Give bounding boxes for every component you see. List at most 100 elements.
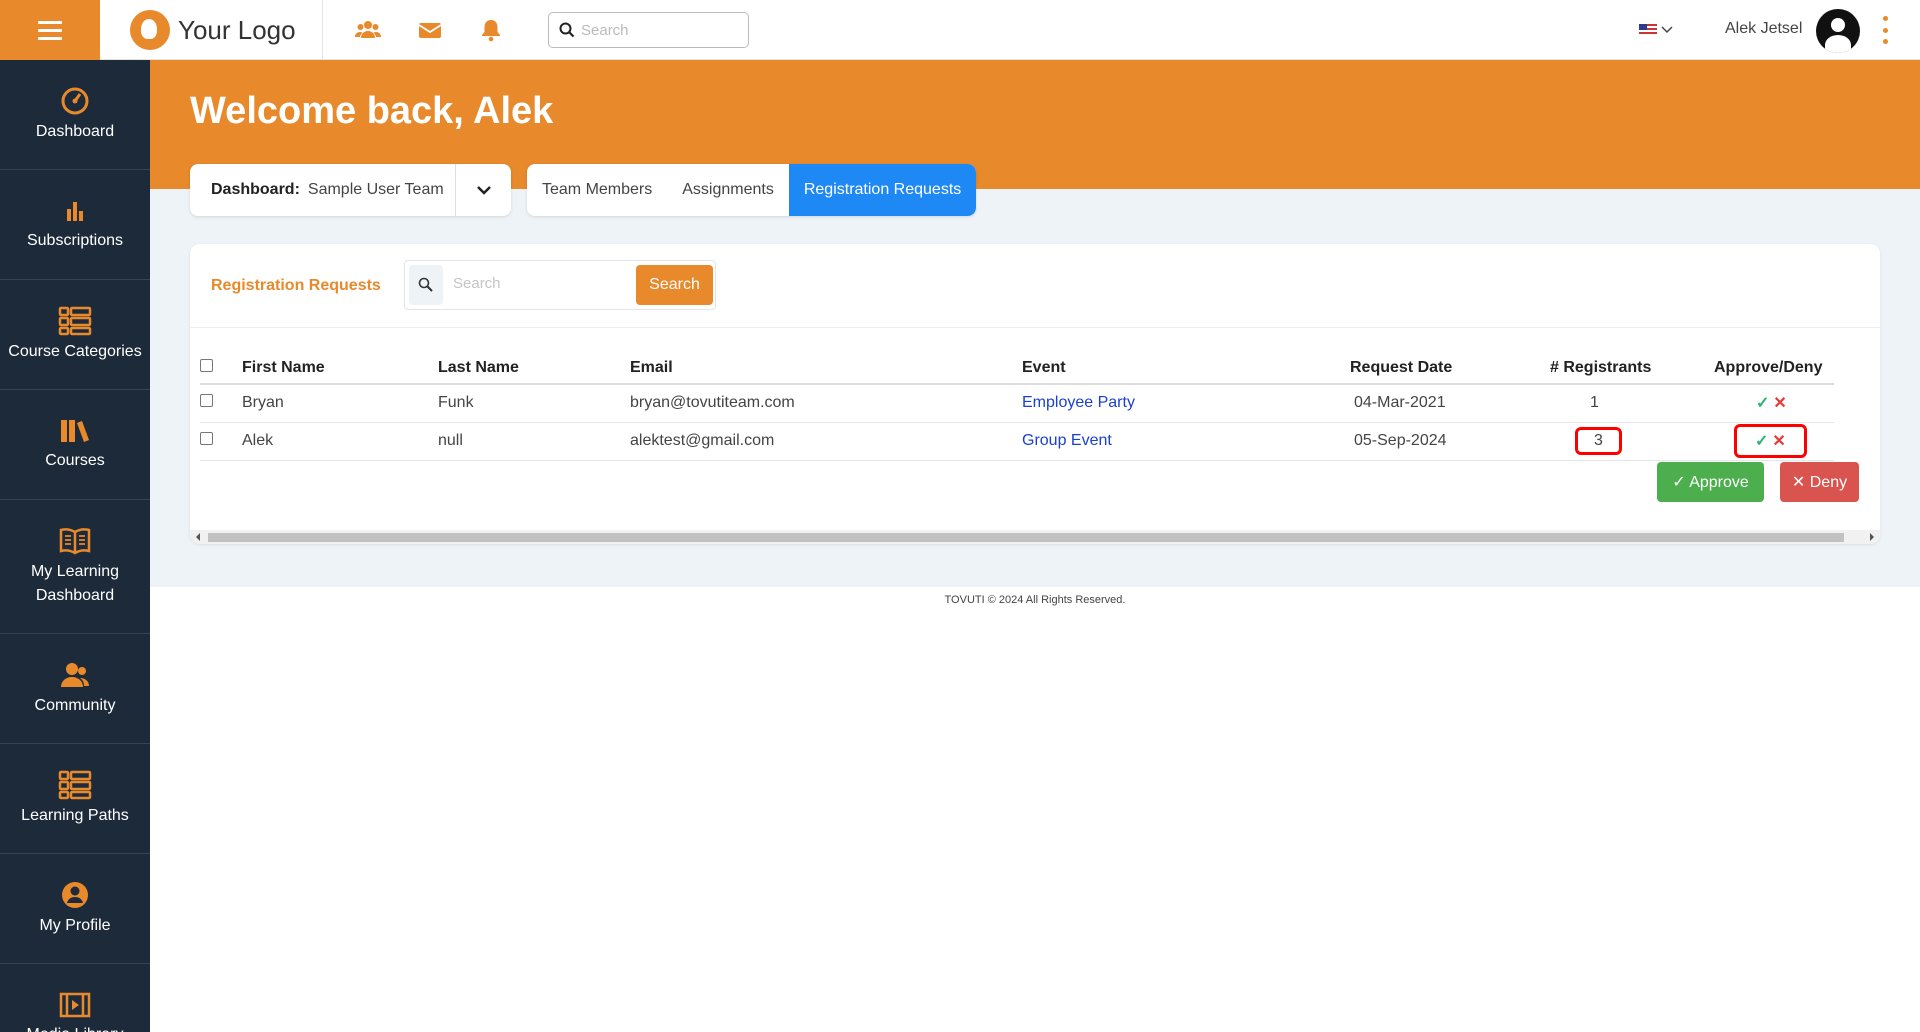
column-header[interactable]: Request Date bbox=[1350, 340, 1550, 385]
mail-icon[interactable] bbox=[417, 17, 443, 43]
sidebar-item-course-categories[interactable]: Course Categories bbox=[0, 280, 150, 390]
row-checkbox[interactable] bbox=[200, 432, 213, 445]
divider bbox=[322, 0, 323, 60]
team-icon[interactable] bbox=[355, 17, 381, 43]
avatar-icon[interactable] bbox=[1816, 9, 1860, 53]
deny-button[interactable]: ✕ Deny bbox=[1780, 462, 1859, 502]
highlight-registrants: 3 bbox=[1575, 427, 1622, 455]
table-header-row: First Name Last Name Email Event Request… bbox=[200, 340, 1834, 385]
column-header[interactable]: First Name bbox=[242, 340, 438, 385]
sidebar-item-label: My Profile bbox=[39, 916, 111, 934]
logo-text: Your Logo bbox=[178, 14, 296, 45]
approve-button[interactable]: ✓ Approve bbox=[1657, 462, 1764, 502]
search-icon bbox=[559, 22, 575, 38]
panel-header: Registration Requests Search bbox=[190, 244, 1880, 328]
cell-first-name: Bryan bbox=[242, 384, 438, 423]
bar-chart-icon bbox=[67, 201, 83, 221]
approve-icon[interactable]: ✓ bbox=[1756, 395, 1769, 412]
sidebar: Dashboard Subscriptions Course Categorie… bbox=[0, 60, 150, 1032]
cell-first-name: Alek bbox=[242, 422, 438, 461]
sidebar-item-label: Courses bbox=[45, 451, 105, 469]
table-row: Alek null alektest@gmail.com Group Event… bbox=[200, 422, 1834, 461]
page-title: Welcome back, Alek bbox=[190, 90, 554, 132]
deny-icon[interactable]: ✕ bbox=[1772, 433, 1785, 450]
cell-request-date: 04-Mar-2021 bbox=[1350, 384, 1550, 423]
deny-icon[interactable]: ✕ bbox=[1773, 395, 1786, 412]
tab-registration-requests[interactable]: Registration Requests bbox=[788, 164, 977, 216]
dashboard-dropdown-toggle[interactable] bbox=[455, 164, 511, 216]
cell-request-date: 05-Sep-2024 bbox=[1350, 422, 1550, 461]
column-header[interactable]: # Registrants bbox=[1550, 340, 1714, 385]
scroll-left-icon[interactable] bbox=[196, 533, 200, 541]
sidebar-item-subscriptions[interactable]: Subscriptions bbox=[0, 170, 150, 280]
user-name[interactable]: Alek Jetsel bbox=[1725, 20, 1802, 38]
scroll-right-icon[interactable] bbox=[1870, 533, 1874, 541]
sidebar-item-my-profile[interactable]: My Profile bbox=[0, 854, 150, 964]
open-book-icon bbox=[59, 527, 91, 554]
cell-registrants: 3 bbox=[1594, 432, 1603, 449]
cell-last-name: Funk bbox=[438, 384, 630, 423]
column-header[interactable]: Event bbox=[1022, 340, 1350, 385]
list-icon bbox=[58, 770, 92, 799]
sidebar-item-label: Subscriptions bbox=[26, 231, 124, 249]
sidebar-item-courses[interactable]: Courses bbox=[0, 390, 150, 500]
dashboard-selector-label: Dashboard: bbox=[211, 181, 300, 198]
approve-icon[interactable]: ✓ bbox=[1755, 433, 1768, 450]
sidebar-item-learning-paths[interactable]: Learning Paths bbox=[0, 744, 150, 854]
event-link[interactable]: Group Event bbox=[1022, 432, 1112, 449]
sidebar-item-label: Learning Paths bbox=[21, 806, 129, 824]
tab-team-members[interactable]: Team Members bbox=[527, 164, 667, 216]
highlight-approve-deny: ✓ ✕ bbox=[1734, 424, 1807, 458]
cell-last-name: null bbox=[438, 422, 630, 461]
film-icon bbox=[59, 992, 91, 1017]
row-checkbox[interactable] bbox=[200, 394, 213, 408]
scrollbar-thumb[interactable] bbox=[208, 533, 1844, 542]
global-search[interactable] bbox=[548, 12, 749, 48]
sidebar-item-label: Course Categories bbox=[8, 342, 142, 360]
sidebar-item-label: Media Library bbox=[27, 1023, 124, 1032]
kebab-icon[interactable] bbox=[1883, 16, 1889, 44]
tab-bar: Team Members Assignments Registration Re… bbox=[527, 164, 977, 216]
cell-email: alektest@gmail.com bbox=[630, 422, 1022, 461]
global-search-input[interactable] bbox=[581, 21, 741, 39]
menu-button[interactable] bbox=[0, 0, 100, 60]
tab-assignments[interactable]: Assignments bbox=[667, 164, 789, 216]
sidebar-item-label: My Learning Dashboard bbox=[30, 562, 120, 604]
requests-search-input[interactable] bbox=[453, 275, 623, 292]
requests-search: Search bbox=[404, 260, 716, 310]
sidebar-item-my-learning-dashboard[interactable]: My Learning Dashboard bbox=[0, 500, 150, 634]
sidebar-item-media-library[interactable]: Media Library bbox=[0, 964, 150, 1032]
sidebar-item-label: Dashboard bbox=[35, 122, 115, 140]
panel-title: Registration Requests bbox=[211, 277, 381, 294]
requests-table: First Name Last Name Email Event Request… bbox=[200, 340, 1834, 461]
registration-requests-panel: Registration Requests Search First Name … bbox=[190, 244, 1880, 544]
gauge-icon bbox=[61, 87, 89, 114]
column-header[interactable]: Approve/Deny bbox=[1714, 340, 1834, 385]
logo-icon bbox=[130, 10, 170, 50]
select-all-checkbox[interactable] bbox=[200, 359, 213, 372]
sidebar-item-label: Community bbox=[34, 696, 116, 714]
column-header[interactable]: Last Name bbox=[438, 340, 630, 385]
search-icon bbox=[409, 265, 443, 305]
chevron-down-icon bbox=[476, 186, 491, 195]
top-bar: Your Logo Alek Jetsel bbox=[0, 0, 1920, 60]
search-button[interactable]: Search bbox=[636, 265, 713, 305]
dashboard-selector-value: Sample User Team bbox=[307, 181, 444, 198]
books-icon bbox=[61, 419, 89, 442]
menu-icon bbox=[38, 18, 62, 42]
list-icon bbox=[58, 306, 92, 335]
horizontal-scrollbar[interactable] bbox=[190, 530, 1880, 544]
chevron-down-icon bbox=[1661, 26, 1673, 34]
cell-registrants: 1 bbox=[1550, 384, 1714, 423]
logo[interactable]: Your Logo bbox=[130, 10, 296, 50]
bell-icon[interactable] bbox=[478, 17, 504, 43]
sidebar-item-dashboard[interactable]: Dashboard bbox=[0, 60, 150, 170]
footer-copyright: TOVUTI © 2024 All Rights Reserved. bbox=[944, 594, 1126, 606]
flag-icon bbox=[1639, 24, 1657, 36]
dashboard-selector[interactable]: Dashboard: Sample User Team bbox=[190, 164, 511, 216]
user-circle-icon bbox=[62, 881, 88, 908]
sidebar-item-community[interactable]: Community bbox=[0, 634, 150, 744]
language-selector[interactable] bbox=[1639, 24, 1673, 36]
column-header[interactable]: Email bbox=[630, 340, 1022, 385]
event-link[interactable]: Employee Party bbox=[1022, 394, 1135, 411]
